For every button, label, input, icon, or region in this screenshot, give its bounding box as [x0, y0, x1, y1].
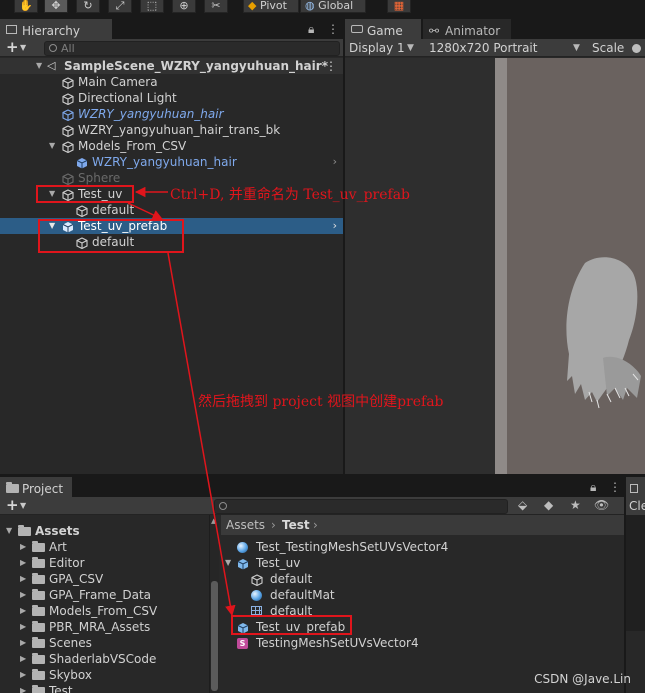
watermark: CSDN @Jave.Lin: [534, 672, 631, 686]
annotation-arrows: [127, 186, 236, 617]
